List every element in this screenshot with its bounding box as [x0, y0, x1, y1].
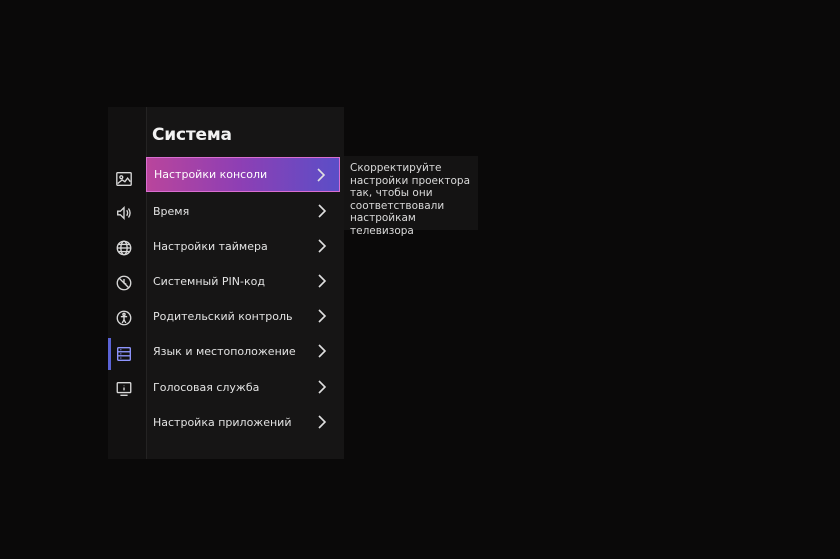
menu-item-language-location[interactable]: Язык и местоположение [146, 334, 340, 369]
chevron-right-icon [315, 379, 329, 395]
chevron-right-icon [315, 343, 329, 359]
menu-item-label: Системный PIN-код [153, 275, 265, 288]
chevron-right-icon [314, 167, 328, 183]
chevron-right-icon [315, 203, 329, 219]
menu-item-label: Время [153, 205, 190, 218]
menu-item-label: Настройки консоли [154, 168, 268, 181]
menu-item-voice-service[interactable]: Голосовая служба [146, 370, 340, 405]
info-icon[interactable] [107, 376, 141, 402]
menu-item-console-settings[interactable]: Настройки консоли [146, 157, 340, 192]
network-icon[interactable] [107, 235, 141, 261]
menu-item-app-settings[interactable]: Настройка приложений [146, 405, 340, 440]
accessibility-icon[interactable] [107, 305, 141, 331]
system-icon[interactable] [107, 338, 141, 370]
menu-item-label: Голосовая служба [153, 381, 260, 394]
page-title: Система [152, 125, 232, 145]
chevron-right-icon [315, 414, 329, 430]
menu-item-label: Настройка приложений [153, 416, 292, 429]
picture-icon[interactable] [107, 166, 141, 192]
menu-item-time[interactable]: Время [146, 194, 340, 229]
menu-item-system-pin[interactable]: Системный PIN-код [146, 264, 340, 299]
menu-item-label: Родительский контроль [153, 310, 293, 323]
blocked-timer-icon[interactable] [107, 270, 141, 296]
menu-item-label: Язык и местоположение [153, 345, 296, 358]
sound-icon[interactable] [107, 200, 141, 226]
menu-item-parental-control[interactable]: Родительский контроль [146, 299, 340, 334]
menu-item-label: Настройки таймера [153, 240, 268, 253]
chevron-right-icon [315, 238, 329, 254]
chevron-right-icon [315, 273, 329, 289]
item-description: Скорректируйте настройки проектора так, … [344, 156, 478, 237]
menu-item-timer-settings[interactable]: Настройки таймера [146, 229, 340, 264]
chevron-right-icon [315, 308, 329, 324]
